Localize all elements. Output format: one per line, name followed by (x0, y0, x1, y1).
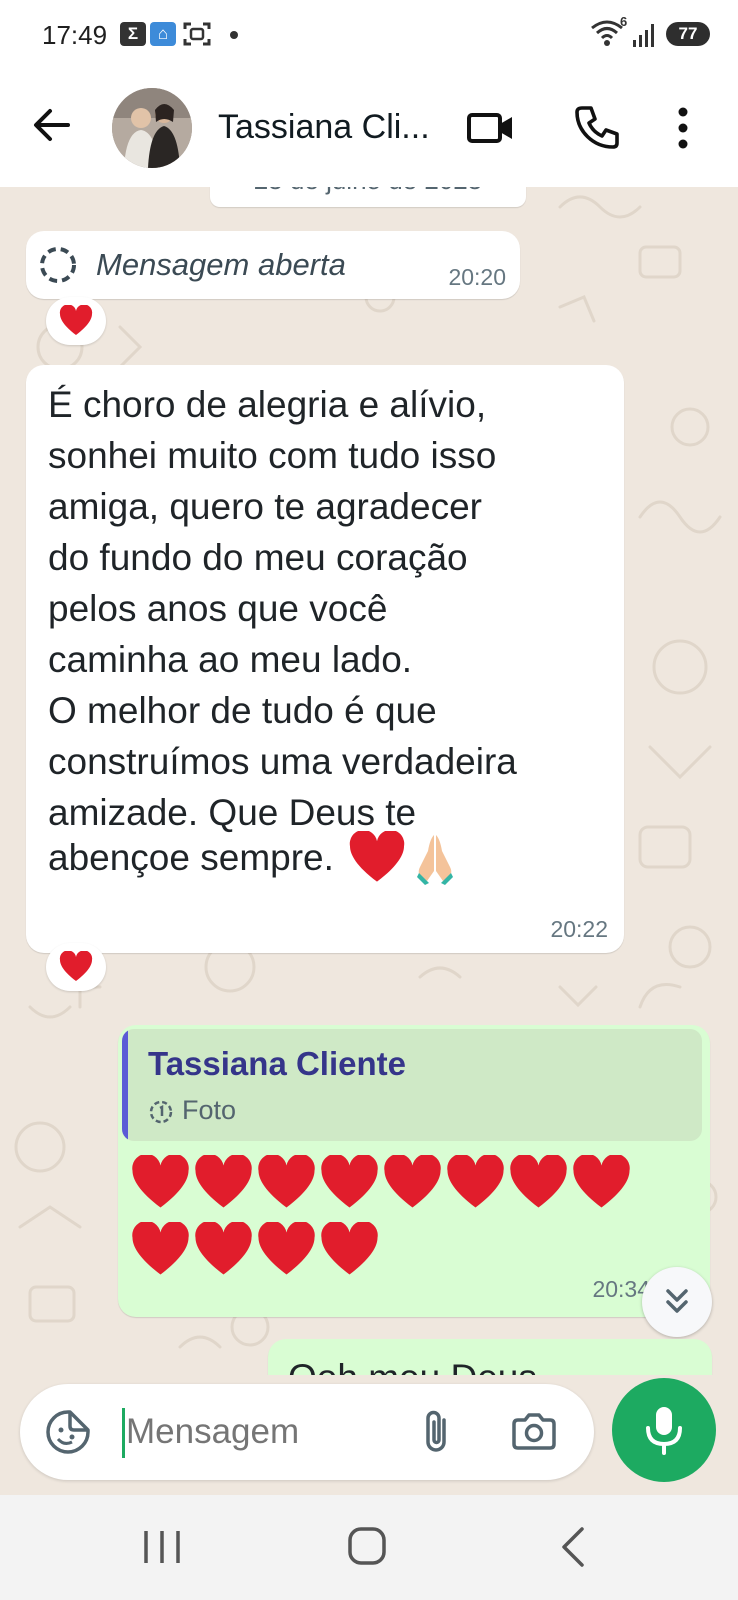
back-arrow-icon[interactable] (30, 103, 74, 147)
message-text: Ooh meu Deus (288, 1357, 537, 1375)
battery-indicator: 77 (666, 22, 710, 46)
heart-emoji-icon (350, 829, 405, 882)
heart-emoji-icon (258, 1155, 315, 1208)
heart-emoji-icon (384, 1155, 441, 1208)
status-time: 17:49 (42, 20, 108, 50)
reaction-badge[interactable] (46, 943, 106, 991)
heart-emoji-icon (447, 1155, 504, 1208)
scroll-to-bottom-button[interactable] (642, 1267, 712, 1337)
more-options-icon[interactable] (668, 104, 698, 152)
double-chevron-down-icon (666, 1289, 688, 1313)
message-time: 20:22 (550, 916, 608, 942)
message-text: É choro de alegria e alívio, sonhei muit… (48, 384, 517, 833)
quoted-type: Foto (182, 1095, 237, 1125)
heart-icon (59, 305, 93, 335)
heart-emoji-icon (573, 1155, 630, 1208)
video-call-icon[interactable] (466, 104, 516, 152)
chat-header: Tassiana Cli... (0, 70, 738, 187)
heart-emoji-icon (132, 1222, 189, 1275)
signal-icon (632, 22, 656, 53)
camera-icon[interactable] (510, 1408, 558, 1456)
heart-emoji-icon (321, 1222, 378, 1275)
recent-apps-icon[interactable] (132, 1525, 192, 1569)
hearts-emoji-row (130, 1155, 650, 1289)
notification-dot (230, 31, 238, 39)
system-nav-bar (0, 1495, 738, 1600)
view-once-photo-icon (148, 1099, 174, 1125)
quoted-sender: Tassiana Cliente (148, 1045, 406, 1082)
home-icon[interactable] (338, 1525, 398, 1569)
microphone-icon (646, 1407, 682, 1455)
chat-area[interactable]: 25 de julho de 2025 Mensagem aberta 20:2… (0, 187, 738, 1375)
home-app-icon: ⌂ (150, 22, 176, 46)
microphone-button[interactable] (612, 1378, 716, 1482)
sigma-icon: Σ (120, 22, 146, 46)
message-reply-bubble[interactable]: Tassiana Cliente Foto 20:34 (118, 1025, 710, 1317)
folded-hands-emoji-icon (416, 835, 453, 885)
attach-icon[interactable] (414, 1408, 462, 1456)
nav-back-icon[interactable] (546, 1525, 606, 1569)
heart-emoji-icon (510, 1155, 567, 1208)
heart-icon (59, 951, 93, 981)
quoted-message[interactable]: Tassiana Cliente Foto (122, 1029, 702, 1141)
contact-name[interactable]: Tassiana Cli... (218, 108, 430, 147)
phone-icon[interactable] (572, 104, 622, 152)
message-view-once[interactable]: Mensagem aberta 20:20 (26, 231, 520, 299)
status-bar: 17:49 Σ ⌂ 6 77 (0, 0, 738, 70)
date-chip: 25 de julho de 2025 (210, 187, 526, 207)
wifi-icon (590, 18, 624, 53)
heart-emoji-icon (195, 1222, 252, 1275)
heart-emoji-icon (195, 1155, 252, 1208)
screenshot-icon (182, 20, 212, 53)
view-once-opened-icon (38, 245, 78, 285)
text-cursor (122, 1408, 125, 1458)
sticker-icon[interactable] (44, 1408, 92, 1456)
message-text-end: abençoe sempre. (48, 837, 334, 878)
date-chip-label: 25 de julho de 2025 (210, 187, 526, 196)
reaction-badge[interactable] (46, 297, 106, 345)
message-time: 20:20 (448, 264, 506, 290)
heart-emoji-icon (132, 1155, 189, 1208)
message-text-bubble[interactable]: É choro de alegria e alívio, sonhei muit… (26, 365, 624, 953)
heart-emoji-icon (258, 1222, 315, 1275)
message-last-line: abençoe sempre. (48, 829, 459, 891)
message-composer[interactable] (20, 1384, 594, 1480)
contact-avatar[interactable] (112, 88, 192, 168)
message-text-bubble[interactable]: Ooh meu Deus (268, 1339, 712, 1375)
wifi-badge: 6 (620, 14, 628, 29)
heart-emoji-icon (321, 1155, 378, 1208)
message-text: Mensagem aberta (96, 247, 346, 282)
quote-accent-bar (122, 1029, 128, 1141)
